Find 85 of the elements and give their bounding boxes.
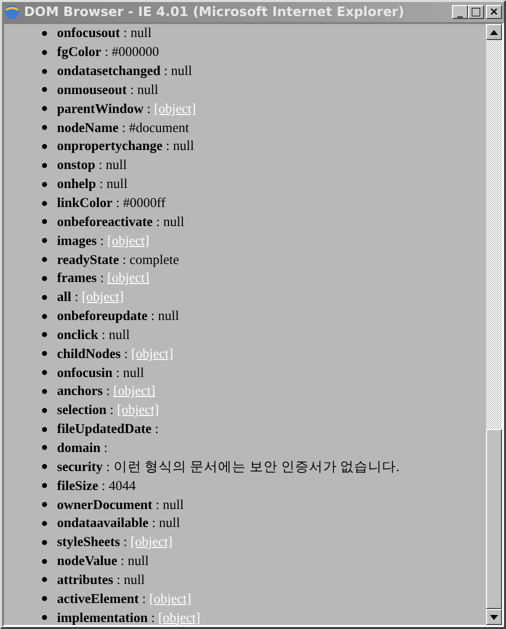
bullet-icon	[42, 200, 47, 206]
property-entry: onclick : null	[57, 326, 130, 343]
property-entry: security : 이런 형식의 문서에는 보안 인증서가 없습니다.	[57, 458, 400, 476]
property-entry: nodeName : #document	[57, 120, 190, 136]
bullet-icon	[42, 388, 47, 394]
property-entry: all : [object]	[57, 289, 124, 306]
object-link[interactable]: [object]	[107, 270, 150, 286]
globe-icon	[4, 4, 20, 20]
bullet-icon	[42, 238, 47, 244]
object-link[interactable]: [object]	[117, 402, 159, 418]
bullet-icon	[42, 125, 47, 130]
object-link[interactable]: [object]	[107, 232, 150, 248]
property-entry: onstop : null	[57, 157, 127, 174]
bullet-icon	[42, 50, 47, 55]
property-entry: activeElement : [object]	[57, 590, 192, 607]
property-entry: onhelp : null	[57, 176, 128, 192]
down-arrow-icon	[490, 614, 498, 620]
bullet-icon	[42, 615, 47, 620]
object-link[interactable]: [object]	[131, 346, 174, 361]
bullet-icon	[42, 144, 47, 149]
property-entry: ondatasetchanged : null	[57, 63, 192, 80]
maximize-button[interactable]: □	[468, 5, 484, 19]
property-entry: linkColor : #0000ff	[57, 195, 166, 212]
property-entry: parentWindow : [object]	[57, 100, 196, 117]
object-link[interactable]: [object]	[130, 534, 172, 550]
bullet-icon	[42, 68, 47, 74]
property-entry: readyState : complete	[57, 252, 179, 268]
window-title: DOM Browser - IE 4.01 (Microsoft Internet Explorer)	[24, 4, 406, 20]
minimize-button[interactable]: _	[452, 5, 468, 19]
property-entry: onfocusin : null	[57, 364, 144, 381]
object-link[interactable]: [object]	[149, 590, 192, 606]
scroll-up-button[interactable]	[486, 24, 502, 40]
bullet-icon	[42, 30, 47, 36]
bullet-icon	[42, 219, 47, 224]
property-entry: onbeforeupdate : null	[57, 308, 180, 324]
bullet-icon	[42, 464, 47, 470]
bullet-icon	[42, 445, 47, 450]
bullet-icon	[42, 596, 47, 602]
object-link[interactable]: [object]	[82, 289, 124, 304]
property-entry: attributes : null	[57, 572, 145, 588]
bullet-icon	[42, 370, 47, 376]
property-entry: frames : [object]	[57, 270, 150, 286]
object-link[interactable]: [object]	[113, 383, 156, 398]
property-entry: fileSize : 4044	[57, 478, 136, 494]
property-entry: styleSheets : [object]	[57, 534, 172, 550]
bullet-icon	[42, 540, 47, 545]
scrollbar[interactable]	[486, 24, 502, 625]
bullet-icon	[42, 408, 47, 413]
property-entry: onfocusout : null	[57, 25, 152, 42]
bullet-icon	[42, 182, 47, 187]
object-link[interactable]: [object]	[158, 610, 200, 625]
bullet-icon	[42, 502, 47, 508]
scroll-down-button[interactable]	[486, 609, 502, 625]
bullet-icon	[42, 520, 47, 526]
bullet-icon	[42, 577, 47, 582]
bullet-icon	[42, 276, 47, 281]
scroll-thumb[interactable]	[486, 429, 502, 609]
property-entry: implementation : [object]	[57, 610, 200, 626]
property-entry: onbeforeactivate : null	[57, 214, 184, 230]
property-entry: fgColor : #000000	[57, 44, 160, 60]
property-entry: domain :	[57, 440, 108, 456]
bullet-icon	[42, 87, 47, 92]
bullet-icon	[42, 162, 47, 168]
bullet-icon	[42, 332, 47, 338]
bullet-icon	[42, 314, 47, 319]
property-entry: childNodes : [object]	[57, 346, 174, 362]
property-entry: onpropertychange : null	[57, 138, 194, 154]
bullet-icon	[42, 483, 47, 488]
property-entry: ondataavailable : null	[57, 515, 180, 532]
property-entry: fileUpdatedDate :	[57, 421, 159, 438]
property-entry: anchors : [object]	[57, 383, 156, 400]
property-entry: images : [object]	[57, 232, 150, 249]
bullet-icon	[42, 294, 47, 300]
bullet-icon	[42, 106, 47, 112]
up-arrow-icon	[490, 30, 498, 34]
property-entry: nodeValue : null	[57, 553, 149, 570]
object-link[interactable]: [object]	[154, 100, 196, 116]
property-entry: onmouseout : null	[57, 82, 158, 98]
close-button[interactable]: ×	[486, 5, 502, 19]
bullet-icon	[42, 426, 47, 432]
property-entry: selection : [object]	[57, 402, 159, 418]
bullet-icon	[42, 351, 47, 356]
bullet-icon	[42, 257, 47, 262]
bullet-icon	[42, 558, 47, 564]
property-entry: ownerDocument : null	[57, 496, 184, 513]
